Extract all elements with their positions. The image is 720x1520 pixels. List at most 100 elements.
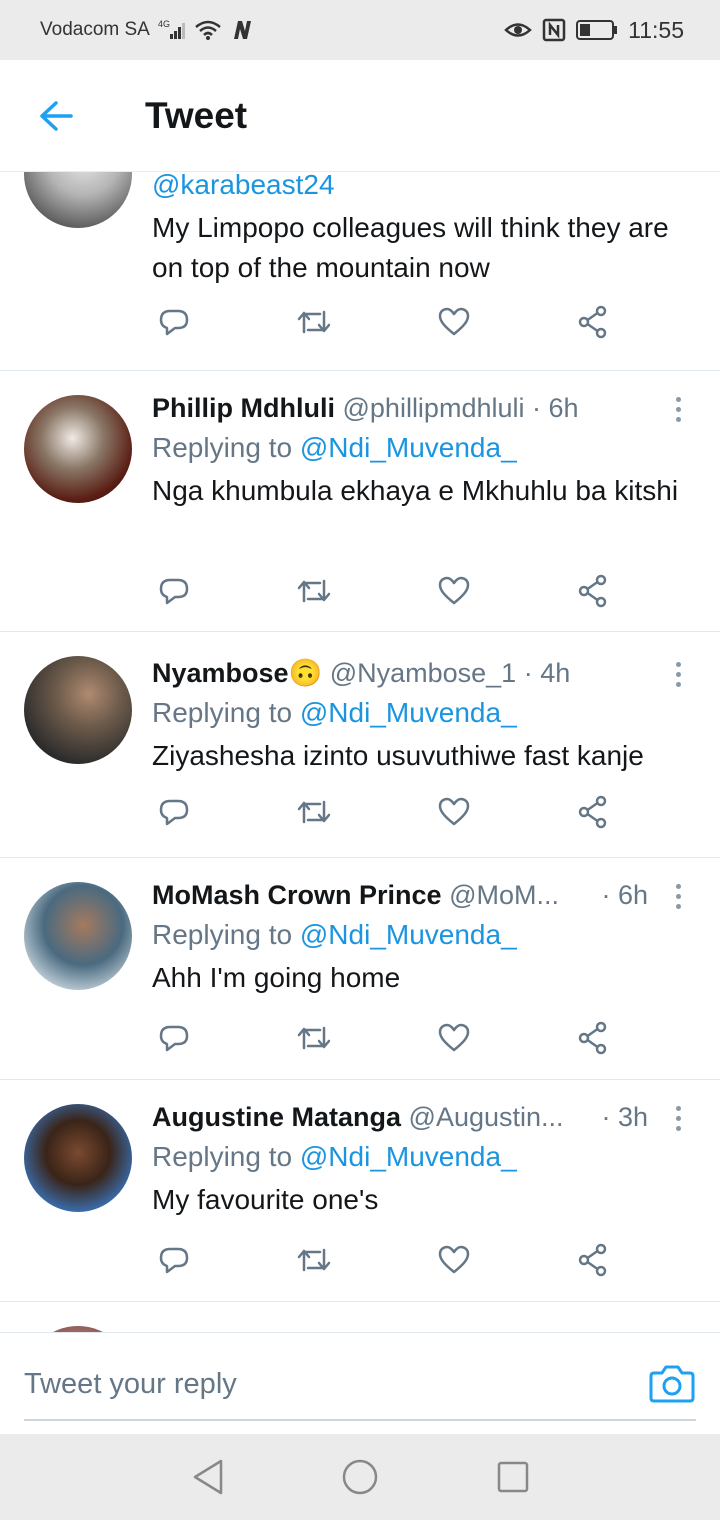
like-button[interactable] xyxy=(432,300,476,344)
retweet-button[interactable] xyxy=(292,569,336,613)
like-button[interactable] xyxy=(432,1238,476,1282)
retweet-icon xyxy=(297,579,331,603)
reply-button[interactable] xyxy=(152,790,196,834)
system-nav-bar xyxy=(0,1434,720,1520)
eye-icon xyxy=(504,19,532,41)
tweet-actions xyxy=(152,569,622,613)
retweet-button[interactable] xyxy=(292,790,336,834)
like-button[interactable] xyxy=(432,1016,476,1060)
tweet-item[interactable]: MoMash Crown Prince @MoM... · 6h Replyin… xyxy=(0,858,720,1080)
tweet-meta: · 6h xyxy=(601,880,648,910)
reply-button[interactable] xyxy=(152,300,196,344)
more-options-button[interactable] xyxy=(666,876,690,916)
reply-icon xyxy=(159,1025,189,1052)
network-type-label: 4G xyxy=(158,19,170,29)
tweet-actions xyxy=(152,1238,622,1282)
more-options-button[interactable] xyxy=(666,389,690,429)
mention-link[interactable]: @Ndi_Muvenda_ xyxy=(300,919,517,950)
reply-input[interactable] xyxy=(24,1359,584,1409)
replying-line: Replying to @Ndi_Muvenda_ xyxy=(152,1138,690,1176)
display-name[interactable]: Nyambose🙃 xyxy=(152,658,322,688)
reply-icon xyxy=(159,309,189,336)
status-right: 11:55 xyxy=(504,17,684,44)
tweet-header: Augustine Matanga @Augustin... · 3h xyxy=(152,1100,690,1134)
separator-dot: · xyxy=(532,393,542,423)
tweet-actions xyxy=(152,1016,622,1060)
reply-button[interactable] xyxy=(152,1238,196,1282)
more-options-button[interactable] xyxy=(666,1098,690,1138)
tweet-item[interactable]: @karabeast24 My Limpopo colleagues will … xyxy=(0,172,720,371)
camera-button[interactable] xyxy=(648,1361,696,1405)
like-icon xyxy=(438,1245,470,1274)
tweet-item[interactable]: Phillip Mdhluli @phillipmdhluli · 6h Rep… xyxy=(0,371,720,632)
nav-recents-button[interactable] xyxy=(490,1454,536,1500)
reply-composer xyxy=(0,1332,720,1434)
battery-icon xyxy=(576,19,618,41)
tweet-actions xyxy=(152,300,622,344)
display-name[interactable]: Augustine Matanga xyxy=(152,1102,401,1132)
avatar[interactable] xyxy=(24,882,132,990)
tweet-item[interactable] xyxy=(0,1302,720,1332)
like-icon xyxy=(438,576,470,605)
mention-link[interactable]: @karabeast24 xyxy=(152,172,335,200)
n-app-icon xyxy=(230,19,254,41)
nav-home-button[interactable] xyxy=(337,1454,383,1500)
tweet-item[interactable]: Augustine Matanga @Augustin... · 3h Repl… xyxy=(0,1080,720,1302)
avatar[interactable] xyxy=(24,395,132,503)
retweet-icon xyxy=(297,1248,331,1272)
mention-link[interactable]: @Ndi_Muvenda_ xyxy=(300,1141,517,1172)
separator-dot: · xyxy=(523,658,533,688)
share-button[interactable] xyxy=(572,300,616,344)
tweet-text: Nga khumbula ekhaya e Mkhuhlu ba kitshi xyxy=(152,475,679,506)
display-name[interactable]: MoMash Crown Prince xyxy=(152,880,442,910)
user-handle[interactable]: @phillipmdhluli xyxy=(343,393,525,423)
reply-button[interactable] xyxy=(152,1016,196,1060)
share-icon xyxy=(578,1243,607,1277)
home-circle-icon xyxy=(342,1459,378,1495)
back-button[interactable] xyxy=(0,60,112,172)
back-triangle-icon xyxy=(193,1459,223,1495)
retweet-icon xyxy=(297,1026,331,1050)
tweet-item[interactable]: Nyambose🙃 @Nyambose_1 · 4h Replying to @… xyxy=(0,632,720,858)
like-button[interactable] xyxy=(432,569,476,613)
tweet-header: MoMash Crown Prince @MoM... · 6h xyxy=(152,878,690,912)
share-icon xyxy=(578,1021,607,1055)
avatar[interactable] xyxy=(24,1104,132,1212)
tweet-text: My favourite one's xyxy=(152,1184,379,1215)
user-handle[interactable]: @Augustin... xyxy=(409,1102,564,1132)
user-handle[interactable]: @MoM... xyxy=(449,880,559,910)
avatar[interactable] xyxy=(24,172,132,228)
share-button[interactable] xyxy=(572,569,616,613)
replying-line: Replying to @Ndi_Muvenda_ xyxy=(152,429,690,467)
reply-button[interactable] xyxy=(152,569,196,613)
replying-line: Replying to @Ndi_Muvenda_ xyxy=(152,916,690,954)
tweet-text: Ziyashesha izinto usuvuthiwe fast kanje xyxy=(152,740,644,771)
arrow-left-icon xyxy=(40,100,73,131)
status-bar: Vodacom SA 4G 11:55 xyxy=(0,0,720,60)
nav-back-button[interactable] xyxy=(184,1454,230,1500)
avatar[interactable] xyxy=(24,656,132,764)
user-handle[interactable]: @Nyambose_1 xyxy=(330,658,517,688)
tweet-content: @karabeast24 My Limpopo colleagues will … xyxy=(152,172,690,288)
mention-link[interactable]: @Ndi_Muvenda_ xyxy=(300,432,517,463)
retweet-button[interactable] xyxy=(292,1016,336,1060)
reply-feed[interactable]: @karabeast24 My Limpopo colleagues will … xyxy=(0,172,720,1332)
tweet-header: Phillip Mdhluli @phillipmdhluli · 6h xyxy=(152,391,690,425)
mention-link[interactable]: @Ndi_Muvenda_ xyxy=(300,697,517,728)
like-icon xyxy=(438,1023,470,1052)
share-button[interactable] xyxy=(572,790,616,834)
replying-label: Replying to xyxy=(152,697,300,728)
tweet-actions xyxy=(152,790,622,834)
share-button[interactable] xyxy=(572,1016,616,1060)
replying-line: @karabeast24 xyxy=(152,172,690,204)
more-options-button[interactable] xyxy=(666,654,690,694)
share-button[interactable] xyxy=(572,1238,616,1282)
retweet-button[interactable] xyxy=(292,1238,336,1282)
share-icon xyxy=(578,305,607,339)
like-button[interactable] xyxy=(432,790,476,834)
retweet-button[interactable] xyxy=(292,300,336,344)
display-name[interactable]: Phillip Mdhluli xyxy=(152,393,335,423)
camera-icon xyxy=(649,1365,695,1403)
carrier-label: Vodacom SA xyxy=(40,19,150,40)
tweet-meta: · 3h xyxy=(601,1102,648,1132)
